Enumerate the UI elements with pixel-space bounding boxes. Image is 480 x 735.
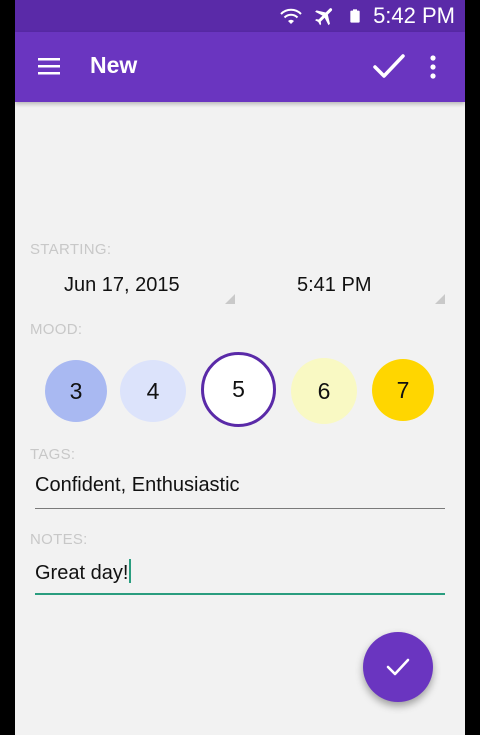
text-cursor xyxy=(129,559,132,583)
mood-label: MOOD: xyxy=(30,321,83,338)
time-value: 5:41 PM xyxy=(297,274,372,296)
date-picker[interactable]: Jun 17, 2015 xyxy=(50,268,235,308)
notes-value: Great day! xyxy=(35,562,129,584)
tags-underline xyxy=(35,508,445,509)
tags-label: TAGS: xyxy=(30,446,76,463)
airplane-mode-icon xyxy=(315,8,333,26)
menu-button[interactable] xyxy=(35,54,65,80)
tags-input[interactable]: Confident, Enthusiastic xyxy=(35,474,445,506)
screen: 5:42 PM New STARTING: Jun 17, 2015 5:41 … xyxy=(15,0,465,735)
mood-option-label: 6 xyxy=(317,377,331,404)
save-button[interactable] xyxy=(371,50,407,84)
starting-label: STARTING: xyxy=(30,241,112,258)
wifi-icon xyxy=(280,8,302,24)
mood-option-label: 4 xyxy=(146,377,160,404)
mood-option-label: 3 xyxy=(69,377,83,404)
mood-option-6[interactable]: 6 xyxy=(291,358,357,424)
app-bar: New xyxy=(15,32,465,102)
notes-input[interactable]: Great day! xyxy=(35,559,445,591)
dropdown-arrow-icon xyxy=(435,294,445,304)
time-picker[interactable]: 5:41 PM xyxy=(280,268,445,308)
check-icon xyxy=(386,658,410,676)
date-value: Jun 17, 2015 xyxy=(64,274,180,296)
tags-value: Confident, Enthusiastic xyxy=(35,474,240,496)
more-vert-icon xyxy=(430,55,436,79)
mood-option-3[interactable]: 3 xyxy=(45,360,107,422)
mood-option-4[interactable]: 4 xyxy=(120,360,186,422)
notes-underline-focused xyxy=(35,593,445,595)
mood-option-label: 5 xyxy=(232,376,245,402)
confirm-fab[interactable] xyxy=(363,632,433,702)
status-time: 5:42 PM xyxy=(373,3,455,28)
mood-option-5-selected[interactable]: 5 xyxy=(201,352,276,427)
page-title: New xyxy=(90,52,138,78)
mood-option-label: 7 xyxy=(396,376,410,403)
notes-label: NOTES: xyxy=(30,531,88,548)
mood-selector: 3 4 5 6 7 xyxy=(15,352,465,428)
battery-icon xyxy=(350,9,360,23)
mood-option-7[interactable]: 7 xyxy=(372,359,434,421)
status-bar: 5:42 PM xyxy=(15,0,465,32)
status-icons: 5:42 PM xyxy=(279,3,455,29)
hamburger-menu-icon xyxy=(38,58,60,75)
dropdown-arrow-icon xyxy=(225,294,235,304)
overflow-menu-button[interactable] xyxy=(423,50,443,84)
check-icon xyxy=(373,54,405,78)
